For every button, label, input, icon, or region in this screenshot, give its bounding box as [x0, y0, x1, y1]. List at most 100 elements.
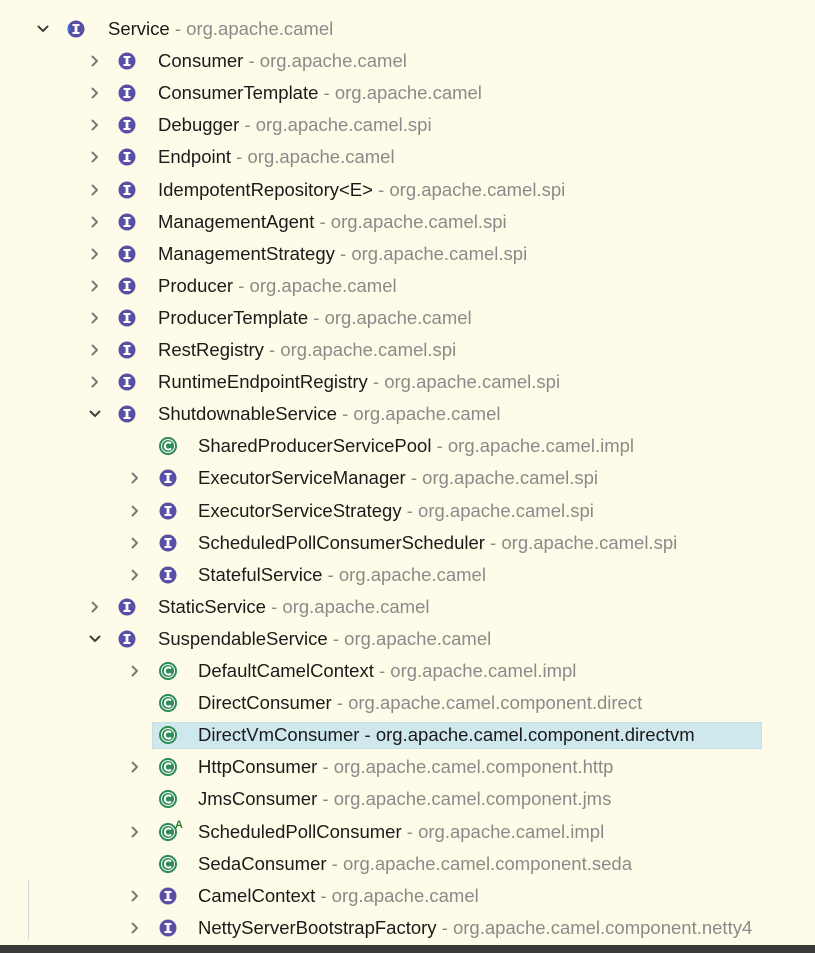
chevron-right-icon[interactable]: [86, 210, 104, 234]
tree-row-scheduledpollconsumerscheduler[interactable]: ScheduledPollConsumerScheduler - org.apa…: [0, 531, 815, 555]
name-separator: -: [373, 660, 391, 681]
tree-row-endpoint[interactable]: Endpoint - org.apache.camel: [0, 145, 815, 169]
tree-row-directconsumer[interactable]: DirectConsumer - org.apache.camel.compon…: [0, 691, 815, 715]
tree-row-directvmconsumer[interactable]: DirectVmConsumer - org.apache.camel.comp…: [0, 722, 815, 749]
tree-row-executorservicestrategy[interactable]: ExecutorServiceStrategy - org.apache.cam…: [0, 499, 815, 523]
package-name: org.apache.camel.spi: [389, 179, 566, 200]
tree-row-consumer[interactable]: Consumer - org.apache.camel: [0, 49, 815, 73]
package-name: org.apache.camel: [331, 885, 479, 906]
tree-row-managementstrategy[interactable]: ManagementStrategy - org.apache.camel.sp…: [0, 242, 815, 266]
tree-row-service[interactable]: Service - org.apache.camel: [0, 17, 815, 41]
tree-item-label: Consumer - org.apache.camel: [158, 49, 407, 73]
chevron-right-icon[interactable]: [86, 338, 104, 362]
tree-row-defaultcamelcontext[interactable]: DefaultCamelContext - org.apache.camel.i…: [0, 659, 815, 683]
tree-row-debugger[interactable]: Debugger - org.apache.camel.spi: [0, 113, 815, 137]
tree-row-idempotentrepositorye[interactable]: IdempotentRepository<E> - org.apache.cam…: [0, 178, 815, 202]
package-name: org.apache.camel.impl: [447, 435, 635, 456]
interface-icon: [118, 181, 136, 199]
type-name: Debugger: [158, 114, 240, 135]
chevron-right-icon[interactable]: [126, 563, 144, 587]
name-separator: -: [231, 146, 248, 167]
tree-item-label: RuntimeEndpointRegistry - org.apache.cam…: [158, 370, 560, 394]
chevron-right-icon[interactable]: [86, 178, 104, 202]
chevron-right-icon[interactable]: [86, 306, 104, 330]
tree-row-consumertemplate[interactable]: ConsumerTemplate - org.apache.camel: [0, 81, 815, 105]
interface-icon: [118, 245, 136, 263]
tree-row-staticservice[interactable]: StaticService - org.apache.camel: [0, 595, 815, 619]
tree-row-executorservicemanager[interactable]: ExecutorServiceManager - org.apache.came…: [0, 466, 815, 490]
name-separator: -: [334, 243, 352, 264]
tree-row-runtimeendpointregistry[interactable]: RuntimeEndpointRegistry - org.apache.cam…: [0, 370, 815, 394]
chevron-right-icon[interactable]: [86, 274, 104, 298]
class-icon: A: [159, 819, 183, 841]
tree-item-label: DefaultCamelContext - org.apache.camel.i…: [198, 659, 576, 683]
type-name: Producer: [158, 275, 234, 296]
tree-row-managementagent[interactable]: ManagementAgent - org.apache.camel.spi: [0, 210, 815, 234]
type-name: IdempotentRepository<E>: [158, 179, 373, 200]
package-name: org.apache.camel.spi: [255, 114, 432, 135]
type-name: Service: [108, 18, 170, 39]
tree-item-label: ScheduledPollConsumer - org.apache.camel…: [198, 820, 604, 844]
interface-icon: [118, 598, 136, 616]
tree-row-nettyserverbootstrapfactory[interactable]: NettyServerBootstrapFactory - org.apache…: [0, 916, 815, 940]
chevron-down-icon[interactable]: [86, 627, 104, 651]
chevron-down-icon[interactable]: [86, 402, 104, 426]
chevron-right-icon[interactable]: [86, 595, 104, 619]
gutter-line: [28, 880, 29, 940]
tree-row-camelcontext[interactable]: CamelContext - org.apache.camel: [0, 884, 815, 908]
chevron-right-icon[interactable]: [126, 531, 144, 555]
tree-row-sharedproducerservicepool[interactable]: SharedProducerServicePool - org.apache.c…: [0, 434, 815, 458]
package-name: org.apache.camel.component.http: [333, 756, 614, 777]
chevron-right-icon[interactable]: [126, 755, 144, 779]
chevron-right-icon[interactable]: [126, 466, 144, 490]
name-separator: -: [359, 724, 376, 745]
chevron-right-icon[interactable]: [86, 49, 104, 73]
package-name: org.apache.camel.spi: [422, 467, 599, 488]
type-name: ExecutorServiceStrategy: [198, 500, 402, 521]
interface-icon: [118, 277, 136, 295]
name-separator: -: [331, 692, 349, 713]
type-name: RestRegistry: [158, 339, 264, 360]
tree-row-producer[interactable]: Producer - org.apache.camel: [0, 274, 815, 298]
chevron-right-icon[interactable]: [86, 145, 104, 169]
interface-icon: [159, 566, 177, 584]
chevron-right-icon[interactable]: [126, 499, 144, 523]
tree-row-jmsconsumer[interactable]: JmsConsumer - org.apache.camel.component…: [0, 787, 815, 811]
name-separator: -: [243, 50, 260, 71]
name-separator: -: [315, 885, 332, 906]
name-separator: -: [318, 82, 335, 103]
chevron-down-icon[interactable]: [34, 17, 52, 41]
tree-row-httpconsumer[interactable]: HttpConsumer - org.apache.camel.componen…: [0, 755, 815, 779]
class-icon: [159, 437, 177, 455]
chevron-right-icon[interactable]: [86, 81, 104, 105]
tree-row-shutdownableservice[interactable]: ShutdownableService - org.apache.camel: [0, 402, 815, 426]
chevron-right-icon[interactable]: [86, 370, 104, 394]
tree-item-label: DirectVmConsumer - org.apache.camel.comp…: [198, 723, 695, 747]
tree-item-label: Producer - org.apache.camel: [158, 274, 397, 298]
chevron-right-icon[interactable]: [126, 659, 144, 683]
tree-row-producertemplate[interactable]: ProducerTemplate - org.apache.camel: [0, 306, 815, 330]
type-name: HttpConsumer: [198, 756, 318, 777]
package-name: org.apache.camel.spi: [280, 339, 457, 360]
chevron-right-icon[interactable]: [86, 242, 104, 266]
chevron-right-icon[interactable]: [86, 113, 104, 137]
package-name: org.apache.camel.component.directvm: [375, 724, 695, 745]
chevron-right-icon[interactable]: [126, 820, 144, 844]
tree-row-sedaconsumer[interactable]: SedaConsumer - org.apache.camel.componen…: [0, 852, 815, 876]
name-separator: -: [322, 564, 339, 585]
tree-item-label: HttpConsumer - org.apache.camel.componen…: [198, 755, 613, 779]
type-name: ExecutorServiceManager: [198, 467, 406, 488]
type-name: SharedProducerServicePool: [198, 435, 432, 456]
package-name: org.apache.camel.component.jms: [333, 788, 612, 809]
tree-row-scheduledpollconsumer[interactable]: A ScheduledPollConsumer - org.apache.came…: [0, 819, 815, 844]
tree-item-label: ManagementAgent - org.apache.camel.spi: [158, 210, 507, 234]
type-name: SuspendableService: [158, 628, 328, 649]
tree-row-suspendableservice[interactable]: SuspendableService - org.apache.camel: [0, 627, 815, 651]
tree-row-statefulservice[interactable]: StatefulService - org.apache.camel: [0, 563, 815, 587]
class-icon: [159, 662, 177, 680]
chevron-right-icon[interactable]: [126, 884, 144, 908]
tree-row-restregistry[interactable]: RestRegistry - org.apache.camel.spi: [0, 338, 815, 362]
package-name: org.apache.camel.spi: [351, 243, 528, 264]
chevron-right-icon[interactable]: [126, 916, 144, 940]
type-hierarchy-tree[interactable]: Service - org.apache.camel Consumer - org…: [0, 0, 815, 945]
